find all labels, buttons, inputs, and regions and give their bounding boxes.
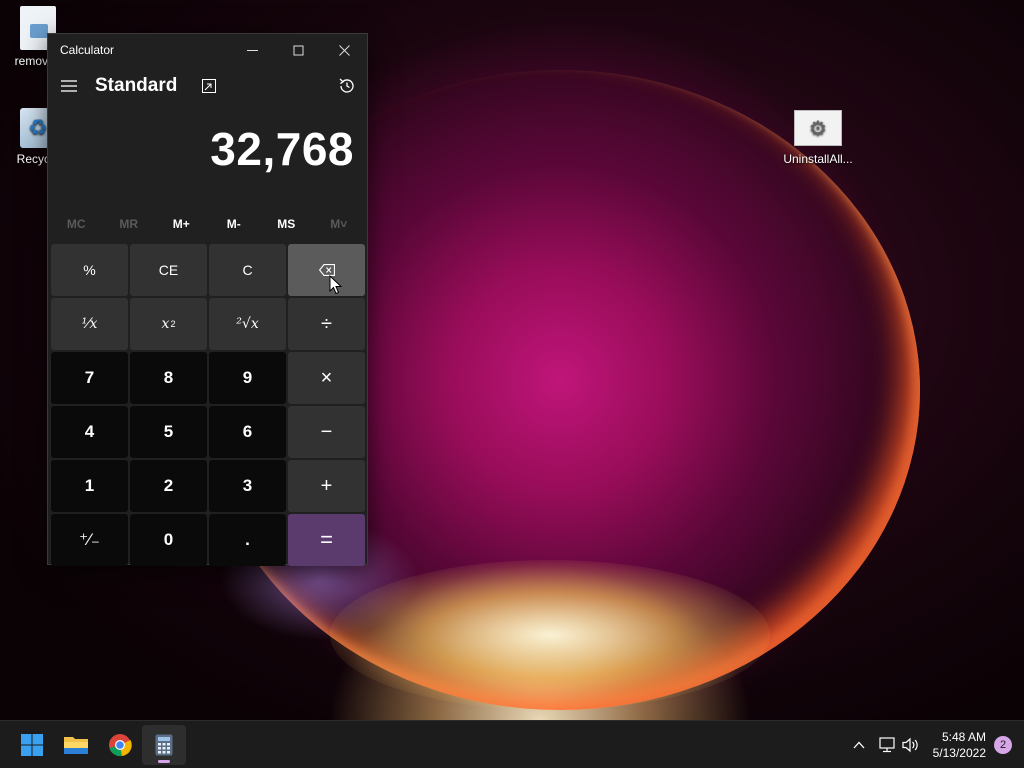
memory-list-button[interactable]: M˅ <box>313 206 366 242</box>
maximize-button[interactable] <box>275 34 321 66</box>
digit-0-button[interactable]: 0 <box>130 514 207 566</box>
minus-button[interactable]: − <box>288 406 365 458</box>
keypad: % CE C ¹⁄x x2 ²√x ÷ 7 8 9 × 4 5 6 − 1 2 … <box>48 242 367 568</box>
minimize-icon <box>246 49 258 51</box>
memory-subtract-button[interactable]: M- <box>208 206 261 242</box>
equals-button[interactable]: = <box>288 514 365 566</box>
digit-2-button[interactable]: 2 <box>130 460 207 512</box>
history-icon <box>339 78 354 93</box>
volume-icon <box>902 737 918 752</box>
clock[interactable]: 5:48 AM 5/13/2022 <box>933 729 986 761</box>
show-hidden-icons-button[interactable] <box>847 733 871 757</box>
square-button[interactable]: x2 <box>130 298 207 350</box>
keep-on-top-icon <box>202 79 217 93</box>
chrome-button[interactable] <box>98 725 142 765</box>
hamburger-icon <box>61 80 77 92</box>
volume-button[interactable] <box>899 733 923 757</box>
title-bar[interactable]: Calculator <box>48 34 367 66</box>
digit-1-button[interactable]: 1 <box>51 460 128 512</box>
keep-on-top-button[interactable] <box>191 68 227 104</box>
memory-add-button[interactable]: M+ <box>155 206 208 242</box>
network-button[interactable] <box>875 733 899 757</box>
setup-icon: ⚙ <box>794 110 842 146</box>
digit-9-button[interactable]: 9 <box>209 352 286 404</box>
percent-button[interactable]: % <box>51 244 128 296</box>
backspace-button[interactable] <box>288 244 365 296</box>
square-base: x <box>161 316 170 332</box>
result-display: 32,768 <box>210 123 354 175</box>
calculator-window: Calculator Standard 32,768 MC MR M+ M- M… <box>47 33 368 568</box>
memory-recall-button[interactable]: MR <box>103 206 156 242</box>
negate-button[interactable]: ⁺⁄₋ <box>51 514 128 566</box>
desktop-icon-label: UninstallAll... <box>783 152 853 166</box>
multiply-button[interactable]: × <box>288 352 365 404</box>
system-tray: 5:48 AM 5/13/2022 2 <box>847 729 1024 761</box>
file-explorer-button[interactable] <box>54 725 98 765</box>
start-icon <box>21 733 43 756</box>
close-button[interactable] <box>321 34 367 66</box>
calculator-icon <box>155 734 173 755</box>
chrome-icon <box>109 733 132 756</box>
mouse-cursor-icon <box>329 275 343 295</box>
clear-entry-button[interactable]: CE <box>130 244 207 296</box>
navigation-menu-button[interactable] <box>49 66 89 106</box>
square-root-label: ²√x <box>236 316 259 332</box>
plus-button[interactable]: + <box>288 460 365 512</box>
clear-button[interactable]: C <box>209 244 286 296</box>
digit-7-button[interactable]: 7 <box>51 352 128 404</box>
reciprocal-label: ¹⁄x <box>81 316 98 332</box>
notification-badge[interactable]: 2 <box>994 735 1012 754</box>
window-title: Calculator <box>60 43 115 57</box>
digit-4-button[interactable]: 4 <box>51 406 128 458</box>
decimal-button[interactable]: . <box>209 514 286 566</box>
memory-row: MC MR M+ M- MS M˅ <box>48 206 367 242</box>
square-exponent: 2 <box>170 319 176 329</box>
minimize-button[interactable] <box>229 34 275 66</box>
clock-date: 5/13/2022 <box>932 745 986 760</box>
close-icon <box>338 44 350 56</box>
history-button[interactable] <box>327 66 367 106</box>
memory-clear-button[interactable]: MC <box>50 206 103 242</box>
wallpaper-glow <box>330 560 770 710</box>
divide-button[interactable]: ÷ <box>288 298 365 350</box>
memory-store-button[interactable]: MS <box>260 206 313 242</box>
network-icon <box>879 736 895 752</box>
mode-title: Standard <box>95 75 178 96</box>
calculator-header: Standard <box>48 66 367 106</box>
digit-8-button[interactable]: 8 <box>130 352 207 404</box>
desktop-icon-uninstall[interactable]: ⚙ UninstallAll... <box>778 110 858 166</box>
chevron-up-icon <box>853 741 865 748</box>
reciprocal-button[interactable]: ¹⁄x <box>51 298 128 350</box>
calculator-taskbar-button[interactable] <box>142 724 186 765</box>
start-button[interactable] <box>10 725 54 765</box>
file-explorer-icon <box>64 736 88 754</box>
taskbar: 5:48 AM 5/13/2022 2 <box>0 720 1024 768</box>
maximize-icon <box>293 45 303 55</box>
digit-5-button[interactable]: 5 <box>130 406 207 458</box>
square-root-button[interactable]: ²√x <box>209 298 286 350</box>
digit-3-button[interactable]: 3 <box>209 460 286 512</box>
clock-time: 5:48 AM <box>941 729 986 744</box>
digit-6-button[interactable]: 6 <box>209 406 286 458</box>
